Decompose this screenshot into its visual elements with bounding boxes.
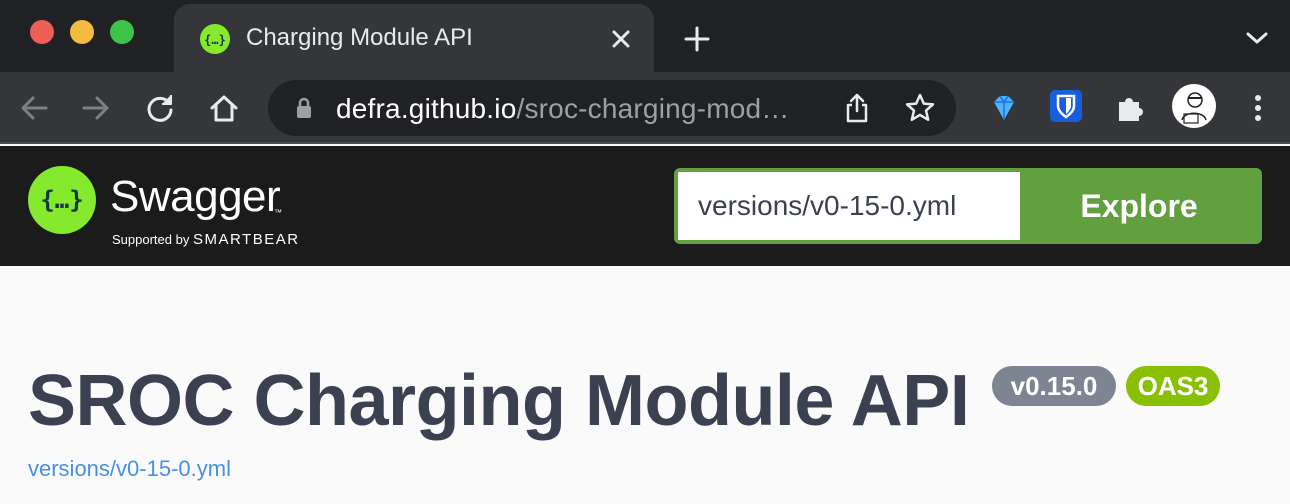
explore-form: Explore [674, 168, 1262, 244]
swagger-wordmark: Swagger [110, 172, 281, 221]
browser-tab-strip: {…} Charging Module API [0, 0, 1290, 72]
url-host: defra.github.io [336, 93, 517, 124]
oas-badge: OAS3 [1126, 366, 1220, 406]
reload-icon[interactable] [142, 90, 178, 126]
trademark-symbol: ™ [274, 208, 282, 217]
swagger-logo-icon[interactable]: {…} [28, 166, 96, 234]
address-bar[interactable]: defra.github.io/sroc-charging-mod… [268, 80, 956, 136]
url-text: defra.github.io/sroc-charging-mod… [336, 93, 789, 125]
puzzle-extensions-icon[interactable] [1112, 90, 1148, 126]
version-badge: v0.15.0 [992, 366, 1116, 406]
kebab-menu-icon[interactable] [1240, 90, 1276, 126]
svg-text:{…}: {…} [40, 186, 83, 214]
bitwarden-extension-icon[interactable] [1048, 88, 1084, 124]
svg-text:{…}: {…} [204, 33, 226, 47]
tab-search-icon[interactable] [1242, 26, 1272, 50]
home-icon[interactable] [206, 90, 242, 126]
supported-by-prefix: Supported by [112, 232, 190, 247]
new-tab-icon[interactable] [680, 22, 714, 56]
browser-toolbar: defra.github.io/sroc-charging-mod… [0, 72, 1290, 144]
smartbear-brand: SMARTBEAR [192, 231, 300, 248]
supported-by-text: Supported by SMARTBEAR [112, 231, 300, 248]
lock-icon[interactable] [294, 97, 314, 119]
swagger-favicon-icon: {…} [200, 24, 230, 54]
tab-title: Charging Module API [246, 24, 473, 51]
maximize-window-button[interactable] [110, 20, 134, 44]
share-icon[interactable] [842, 92, 872, 124]
minimize-window-button[interactable] [70, 20, 94, 44]
browser-tab[interactable]: {…} Charging Module API [174, 4, 654, 72]
spec-url-input[interactable] [678, 172, 1020, 240]
gem-extension-icon[interactable] [986, 90, 1022, 126]
profile-avatar[interactable] [1172, 84, 1216, 128]
close-icon[interactable] [606, 24, 636, 54]
back-icon[interactable] [16, 90, 52, 126]
url-path: /sroc-charging-mod… [516, 93, 790, 124]
swagger-topbar: {…} Swagger ™ Supported by SMARTBEAR Exp… [0, 146, 1290, 266]
spec-link[interactable]: versions/v0-15-0.yml [28, 456, 231, 482]
star-icon[interactable] [904, 92, 936, 124]
forward-icon[interactable] [78, 90, 114, 126]
api-title: SROC Charging Module API [28, 361, 970, 441]
explore-button[interactable]: Explore [1020, 172, 1258, 240]
close-window-button[interactable] [30, 20, 54, 44]
